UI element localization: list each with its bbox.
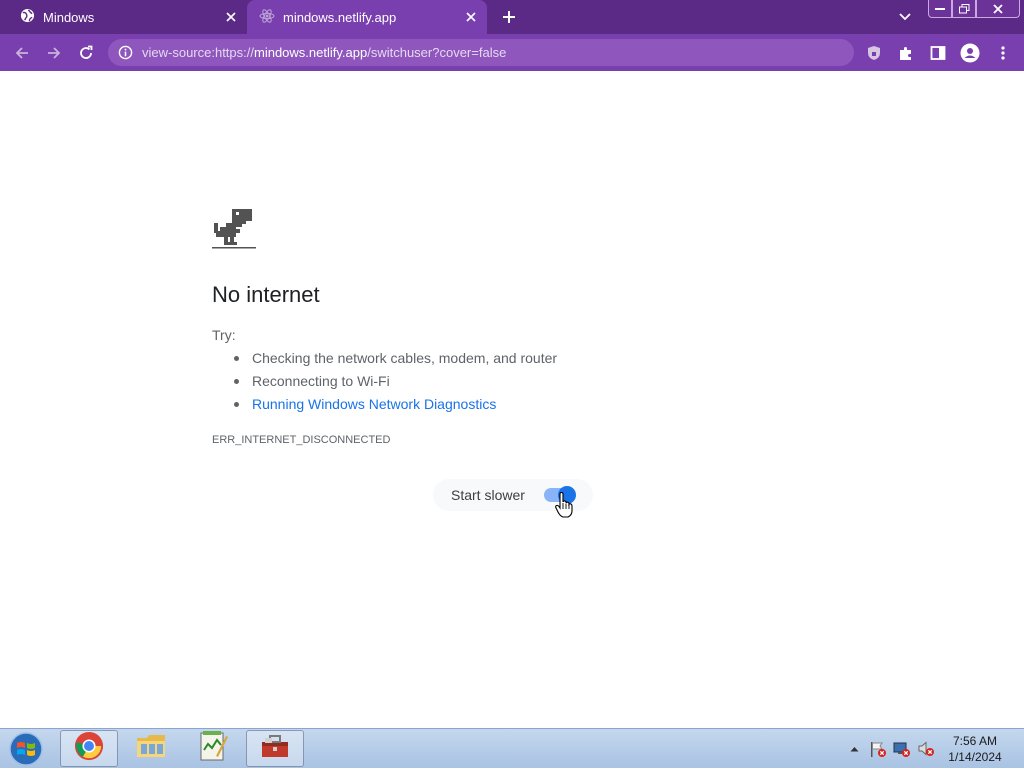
clock-date: 1/14/2024 xyxy=(948,750,1002,764)
menu-kebab-icon[interactable] xyxy=(990,40,1016,66)
chrome-icon xyxy=(74,731,104,766)
back-arrow-icon[interactable] xyxy=(9,40,35,66)
file-explorer-icon xyxy=(135,732,167,765)
network-disconnected-icon[interactable] xyxy=(890,737,914,761)
network-diagnostics-link[interactable]: Running Windows Network Diagnostics xyxy=(252,396,496,412)
new-tab-button[interactable] xyxy=(498,6,520,28)
close-window-button[interactable] xyxy=(976,0,1020,18)
close-tab-icon[interactable] xyxy=(463,9,479,25)
url-text: view-source:https://mindows.netlify.app/… xyxy=(142,45,506,60)
suggestion-item: Running Windows Network Diagnostics xyxy=(212,396,557,419)
taskbar-notepad[interactable] xyxy=(184,730,242,767)
address-bar[interactable]: view-source:https://mindows.netlify.app/… xyxy=(108,39,854,66)
tab-title: Mindows xyxy=(43,9,95,25)
reload-icon[interactable] xyxy=(73,40,99,66)
restore-button[interactable] xyxy=(952,0,976,18)
volume-muted-icon[interactable] xyxy=(914,737,938,761)
start-button[interactable] xyxy=(6,731,46,767)
clock-time: 7:56 AM xyxy=(952,734,998,748)
url-scheme: view-source:https:// xyxy=(142,45,254,60)
taskbar-clock[interactable]: 7:56 AM 1/14/2024 xyxy=(940,733,1010,765)
url-path: /switchuser?cover=false xyxy=(367,45,507,60)
taskbar-toolbox[interactable] xyxy=(246,730,304,767)
tab-search-button[interactable] xyxy=(895,8,915,26)
show-hidden-icons-arrow-icon[interactable] xyxy=(842,737,866,761)
react-logo-icon xyxy=(259,8,275,27)
suggestion-item: Checking the network cables, modem, and … xyxy=(212,350,557,373)
profile-avatar-icon[interactable] xyxy=(957,40,983,66)
tab-strip: Mindows mindows.netlify.app xyxy=(0,0,1024,34)
close-tab-icon[interactable] xyxy=(223,9,239,25)
offline-dino-icon xyxy=(212,209,256,256)
extensions-puzzle-icon[interactable] xyxy=(893,40,919,66)
side-panel-icon[interactable] xyxy=(925,40,951,66)
taskbar-chrome[interactable] xyxy=(60,730,118,767)
suggestion-text: Reconnecting to Wi-Fi xyxy=(252,373,390,389)
globe-icon xyxy=(20,8,35,26)
error-code: ERR_INTERNET_DISCONNECTED xyxy=(212,434,391,446)
forward-arrow-icon[interactable] xyxy=(41,40,67,66)
suggestions-list: Checking the network cables, modem, and … xyxy=(212,350,557,419)
hand-cursor-icon xyxy=(555,491,573,523)
error-title: No internet xyxy=(212,282,320,307)
tab-netlify[interactable]: mindows.netlify.app xyxy=(247,0,487,34)
error-page: No internet Try: Checking the network ca… xyxy=(0,71,1024,728)
action-center-flag-icon[interactable] xyxy=(866,737,890,761)
taskbar-file-explorer[interactable] xyxy=(122,730,180,767)
extension-shield-icon[interactable] xyxy=(861,40,887,66)
suggestion-text: Checking the network cables, modem, and … xyxy=(252,350,558,366)
system-tray xyxy=(842,729,938,769)
try-label: Try: xyxy=(212,327,236,343)
suggestion-item: Reconnecting to Wi-Fi xyxy=(212,373,557,396)
site-info-icon[interactable] xyxy=(118,45,133,65)
url-host: mindows.netlify.app xyxy=(254,45,368,60)
tab-mindows[interactable]: Mindows xyxy=(0,0,247,34)
toolbox-icon xyxy=(260,732,290,765)
windows-taskbar: 7:56 AM 1/14/2024 xyxy=(0,728,1024,768)
start-slower-label: Start slower xyxy=(451,487,525,503)
tab-title: mindows.netlify.app xyxy=(283,9,397,25)
notepad-icon xyxy=(198,730,228,767)
minimize-button[interactable] xyxy=(928,0,952,18)
